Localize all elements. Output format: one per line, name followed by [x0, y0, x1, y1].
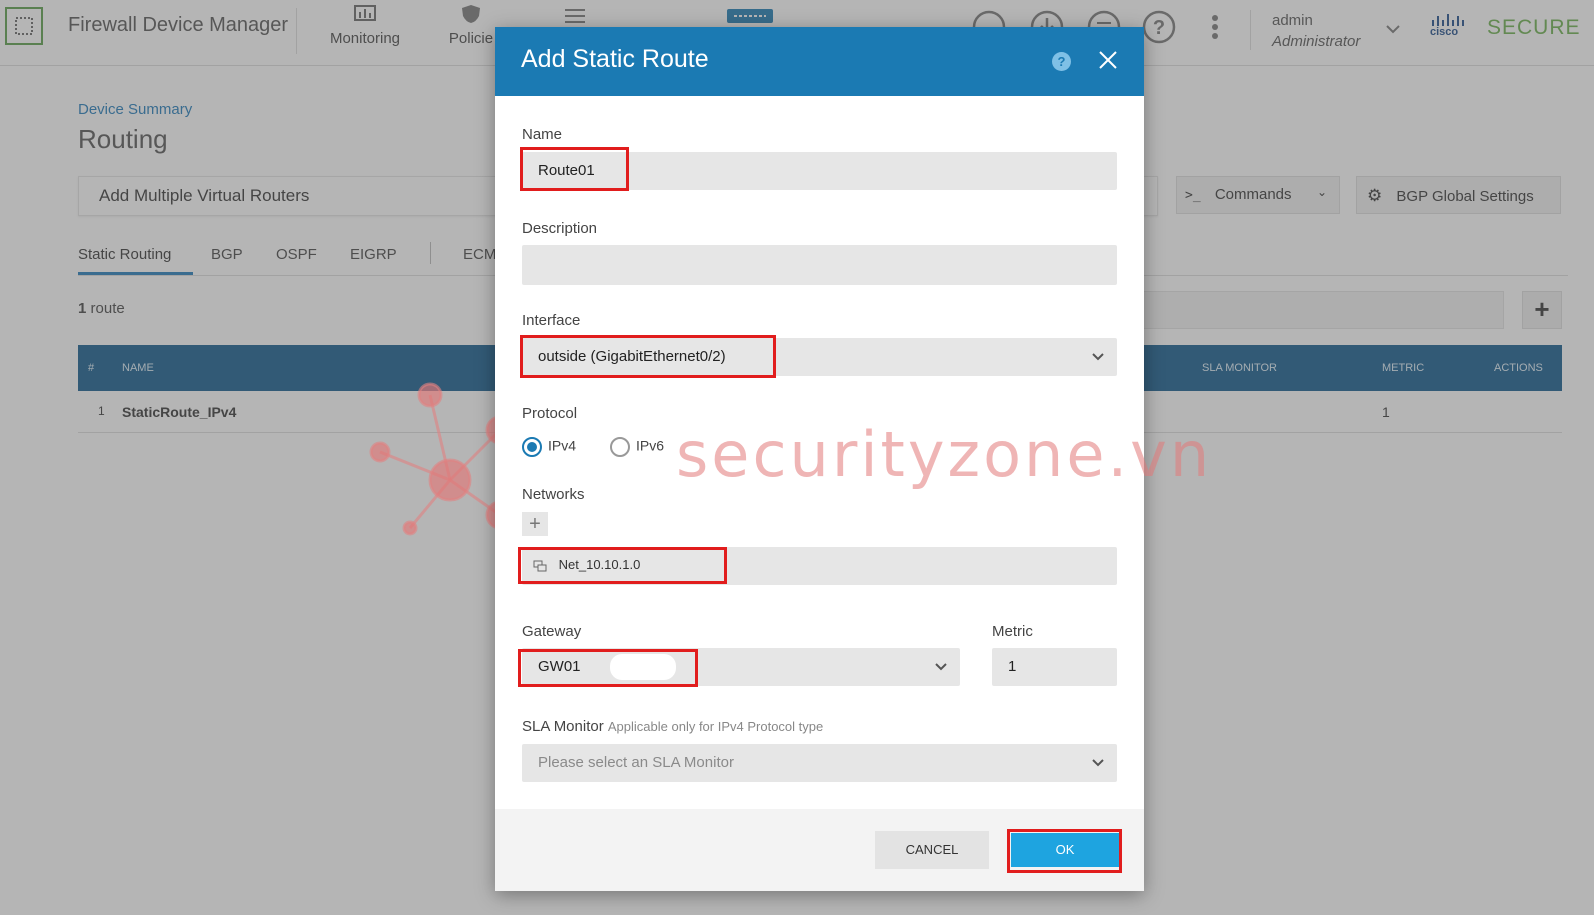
chevron-down-icon: [935, 663, 947, 671]
watermark-text: securityzone.vn: [676, 418, 1213, 491]
sla-monitor-hint: Applicable only for IPv4 Protocol type: [607, 719, 824, 734]
description-label: Description: [522, 220, 598, 237]
close-icon[interactable]: [1097, 49, 1119, 71]
highlight-box: [518, 547, 727, 584]
protocol-label: Protocol: [522, 405, 578, 422]
highlight-box: [520, 147, 629, 191]
ipv4-label: IPv4: [548, 437, 577, 454]
add-network-button[interactable]: +: [522, 512, 548, 536]
metric-label: Metric: [992, 623, 1033, 640]
dialog-header: Add Static Route ?: [495, 27, 1144, 96]
gateway-label: Gateway: [522, 623, 582, 640]
radio-unselected-icon: [610, 437, 630, 457]
interface-label: Interface: [522, 312, 581, 329]
sla-monitor-select[interactable]: Please select an SLA Monitor: [522, 744, 1117, 782]
description-field[interactable]: [522, 245, 1117, 285]
ipv6-label: IPv6: [636, 437, 665, 454]
networks-label: Networks: [522, 486, 585, 503]
name-label: Name: [522, 126, 563, 143]
highlight-box: [520, 335, 776, 378]
metric-field[interactable]: 1: [992, 648, 1117, 686]
sla-monitor-label: SLA Monitor: [522, 718, 604, 735]
protocol-ipv4-radio[interactable]: IPv4: [522, 437, 576, 457]
highlight-box: [1007, 829, 1122, 873]
radio-selected-icon: [522, 437, 542, 457]
sla-monitor-label-row: SLA Monitor Applicable only for IPv4 Pro…: [522, 718, 823, 735]
highlight-box: [518, 649, 698, 687]
dialog-title: Add Static Route: [521, 45, 709, 73]
cancel-button[interactable]: CANCEL: [875, 831, 989, 869]
chevron-down-icon: [1092, 353, 1104, 361]
sla-monitor-placeholder: Please select an SLA Monitor: [538, 754, 734, 771]
chevron-down-icon: [1092, 759, 1104, 767]
protocol-ipv6-radio[interactable]: IPv6: [610, 437, 664, 457]
help-icon[interactable]: ?: [1052, 52, 1071, 71]
